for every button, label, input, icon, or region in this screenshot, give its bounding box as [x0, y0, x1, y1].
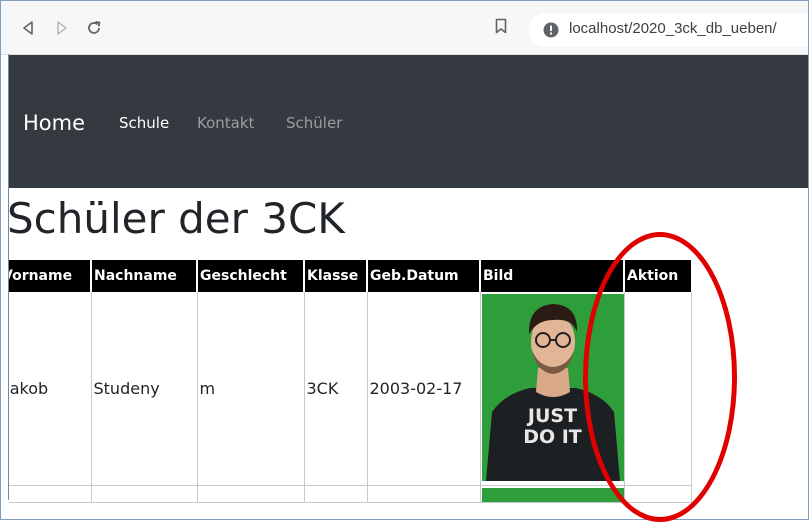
column-header-vorname: Vorname	[9, 260, 92, 292]
column-header-bild: Bild	[480, 260, 625, 292]
student-photo: JUST DO IT	[481, 294, 623, 481]
forward-button[interactable]	[51, 17, 73, 39]
site-navbar: Home Schule Kontakt Schüler	[9, 55, 809, 188]
browser-toolbar: localhost/2020_3ck_db_ueben/	[1, 1, 809, 55]
reload-button[interactable]	[83, 17, 105, 39]
cell-vorname-empty	[9, 485, 92, 503]
cell-klasse-empty	[304, 485, 368, 503]
table-header-row: Vorname Nachname Geschlecht Klasse Geb.D…	[9, 260, 691, 292]
back-arrow-icon	[23, 21, 33, 35]
reload-icon	[88, 21, 101, 34]
cell-geschlecht: m	[197, 292, 305, 486]
column-header-geb-datum: Geb.Datum	[367, 260, 481, 292]
cell-aktion	[624, 292, 692, 486]
cell-geb-datum: 2003-02-17	[367, 292, 481, 486]
url-text[interactable]: localhost/2020_3ck_db_ueben/	[569, 20, 777, 37]
nav-link-kontakt[interactable]: Kontakt	[197, 114, 254, 132]
address-bar[interactable]: localhost/2020_3ck_db_ueben/	[529, 13, 809, 47]
cell-klasse: 3CK	[304, 292, 368, 486]
nav-link-schule[interactable]: Schule	[119, 114, 169, 132]
navbar-brand-home[interactable]: Home	[23, 111, 85, 135]
cell-nachname-empty	[91, 485, 198, 503]
table-row	[9, 485, 692, 503]
table-row: Jakob Studeny m 3CK 2003-02-17 JUST DO I…	[9, 292, 692, 486]
cell-geschlecht-empty	[197, 485, 305, 503]
shirt-print-text: JUST DO IT	[523, 405, 582, 448]
cell-aktion-empty	[624, 485, 692, 503]
student-photo	[481, 488, 623, 502]
column-header-aktion: Aktion	[624, 260, 691, 292]
bookmark-button[interactable]	[495, 18, 507, 38]
column-header-klasse: Klasse	[304, 260, 368, 292]
cell-vorname: Jakob	[9, 292, 92, 486]
cell-nachname: Studeny	[91, 292, 198, 486]
students-table: Vorname Nachname Geschlecht Klasse Geb.D…	[9, 260, 692, 503]
page-title: Schüler der 3CK	[7, 194, 345, 243]
bookmark-icon	[495, 18, 507, 34]
forward-arrow-icon	[57, 21, 67, 35]
column-header-geschlecht: Geschlecht	[197, 260, 305, 292]
column-header-nachname: Nachname	[91, 260, 198, 292]
student-portrait-image	[481, 294, 623, 481]
back-button[interactable]	[17, 17, 39, 39]
info-icon[interactable]	[543, 22, 559, 38]
cell-bild	[480, 485, 625, 503]
window-left-edge	[8, 54, 9, 500]
cell-geb-datum-empty	[367, 485, 481, 503]
nav-link-schueler[interactable]: Schüler	[286, 114, 342, 132]
cell-bild: JUST DO IT	[480, 292, 625, 486]
